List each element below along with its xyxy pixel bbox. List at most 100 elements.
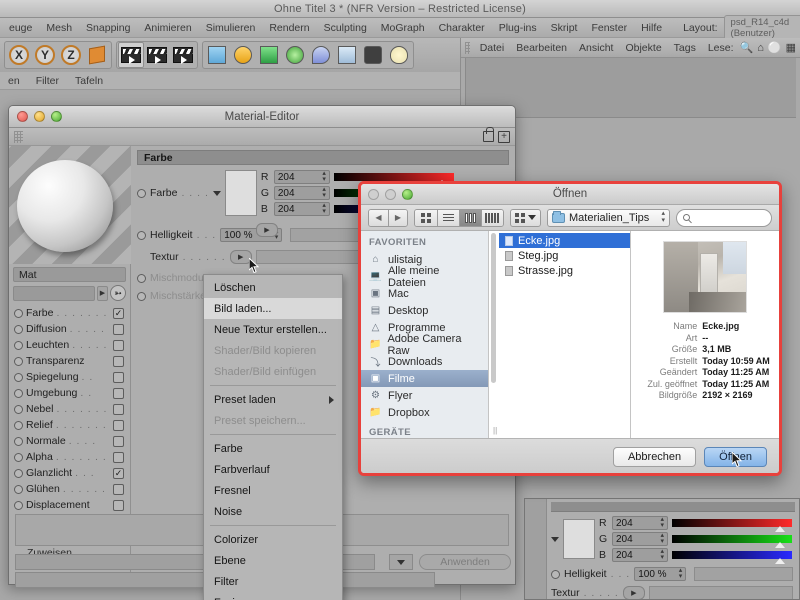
channel-checkbox[interactable]	[113, 403, 124, 415]
lock-icon[interactable]	[483, 127, 494, 142]
path-dropdown[interactable]: Materialien_Tips ▴ ▾	[547, 208, 670, 227]
material-link-field[interactable]	[13, 285, 95, 301]
deformer-button[interactable]	[282, 42, 308, 68]
stepper-icon[interactable]: ▴▾	[322, 186, 326, 200]
circle-icon[interactable]: ⚪	[768, 41, 782, 54]
primitives-toolgroup[interactable]	[202, 41, 414, 69]
slider-knob[interactable]	[775, 558, 786, 564]
dialog-zoom-button[interactable]	[402, 188, 413, 200]
channel-row-nebel[interactable]: Nebel . . . . . . .	[9, 401, 130, 417]
secondary-g-input[interactable]: 204 ▴ ▾	[612, 532, 668, 546]
ctx-item-neue-textur[interactable]: Neue Textur erstellen...	[204, 319, 342, 340]
channel-radio-icon[interactable]	[14, 452, 23, 462]
arrange-button[interactable]	[510, 208, 541, 227]
om-icon-group[interactable]: 🔍 ⌂ ⚪ ▦	[740, 41, 800, 55]
om-menu-objekte[interactable]: Objekte	[619, 42, 667, 54]
render-toolgroup[interactable]	[116, 41, 198, 69]
close-button[interactable]	[17, 111, 28, 122]
menu-item-1[interactable]: Mesh	[39, 22, 79, 34]
axis-x-button[interactable]: X	[6, 42, 32, 68]
material-editor-toolbar[interactable]: +	[9, 127, 515, 146]
menu-item-4[interactable]: Simulieren	[199, 22, 263, 34]
search-input[interactable]	[676, 208, 772, 227]
secondary-r-input[interactable]: 204 ▴ ▾	[612, 516, 668, 530]
secondary-r-slider[interactable]	[672, 519, 792, 532]
stepper-icon[interactable]: ▴▾	[322, 202, 326, 216]
menu-item-11[interactable]: Fenster	[584, 22, 634, 34]
dialog-titlebar[interactable]: Öffnen	[361, 184, 779, 205]
dialog-minimize-button[interactable]	[385, 188, 396, 200]
texture-menu-button[interactable]: ▶	[229, 250, 252, 264]
color-swatch[interactable]	[224, 170, 257, 216]
render-settings-button[interactable]	[170, 42, 196, 68]
om-menu-lese[interactable]: Lese:	[702, 42, 740, 54]
channel-radio-icon[interactable]	[14, 468, 23, 478]
secondary-brightness-bar[interactable]	[694, 567, 793, 581]
ctx-item-bild-laden[interactable]: Bild laden...	[204, 298, 342, 319]
floor-button[interactable]	[334, 42, 360, 68]
ctx-item-loeschen[interactable]: Löschen	[204, 277, 342, 298]
channel-radio-icon[interactable]	[14, 372, 23, 382]
drag-grip-icon[interactable]	[14, 130, 23, 143]
channel-checkbox[interactable]: ✓	[113, 307, 124, 319]
subtool-item-1[interactable]: Filter	[28, 75, 67, 87]
channel-checkbox[interactable]	[113, 419, 124, 431]
channel-checkbox[interactable]	[113, 339, 124, 351]
b-input[interactable]: 204 ▴ ▾	[273, 202, 330, 216]
camera-button[interactable]	[360, 42, 386, 68]
menu-item-5[interactable]: Rendern	[262, 22, 316, 34]
file-list-column[interactable]: Ecke.jpg Steg.jpg Strasse.jpg ||	[489, 231, 631, 438]
coverflow-view-button[interactable]	[481, 209, 503, 226]
zoom-button[interactable]	[51, 111, 62, 122]
render-region-button[interactable]	[144, 42, 170, 68]
channel-row-normale[interactable]: Normale . . . .	[9, 433, 130, 449]
material-link-menu-button[interactable]: ▶	[97, 285, 108, 301]
om-menu-datei[interactable]: Datei	[474, 42, 511, 54]
channel-checkbox[interactable]	[113, 387, 124, 399]
footer-dropdown[interactable]	[389, 554, 413, 570]
material-editor-titlebar[interactable]: Material-Editor	[9, 106, 515, 128]
channel-row-displacement[interactable]: Displacement	[9, 497, 130, 513]
object-axis-button[interactable]	[84, 42, 110, 68]
channel-radio-icon[interactable]	[14, 404, 23, 414]
environment-button[interactable]	[308, 42, 334, 68]
home-icon[interactable]: ⌂	[757, 42, 764, 54]
stepper-icon[interactable]: ▴▾	[679, 567, 683, 581]
menu-item-12[interactable]: Hilfe	[634, 22, 669, 34]
channel-checkbox[interactable]: ✓	[113, 467, 124, 479]
channel-checkbox[interactable]	[113, 435, 124, 447]
stepper-icon[interactable]: ▴▾	[661, 210, 665, 224]
channel-radio-icon[interactable]	[14, 356, 23, 366]
app-subtoolbar[interactable]: en Filter Tafeln	[0, 72, 460, 90]
apply-button[interactable]: Anwenden	[419, 554, 511, 570]
cancel-button[interactable]: Abbrechen	[612, 447, 697, 467]
app-menubar[interactable]: euge Mesh Snapping Animieren Simulieren …	[0, 14, 800, 41]
secondary-brightness-radio[interactable]	[551, 569, 560, 579]
forward-icon[interactable]: ▶	[388, 209, 407, 226]
stepper-icon[interactable]: ▴▾	[322, 170, 326, 184]
channel-checkbox[interactable]	[113, 371, 124, 383]
file-row-ecke[interactable]: Ecke.jpg	[499, 233, 630, 248]
spline-primitive-button[interactable]	[230, 42, 256, 68]
color-swatch[interactable]	[563, 519, 595, 559]
axis-toolgroup[interactable]: X Y Z	[4, 41, 112, 69]
secondary-texture-menu-button[interactable]: ▶	[622, 586, 645, 599]
channel-checkbox[interactable]	[113, 499, 124, 511]
stepper-icon[interactable]: ▴▾	[660, 548, 664, 562]
generator-button[interactable]	[256, 42, 282, 68]
stepper-icon[interactable]: ▴▾	[660, 532, 664, 546]
ctx-item-preset-laden[interactable]: Preset laden	[204, 389, 342, 410]
favorite-item-adobe-camera-raw[interactable]: 📁 Adobe Camera Raw	[361, 333, 488, 357]
file-row-strasse[interactable]: Strasse.jpg	[499, 263, 630, 278]
channel-checkbox[interactable]	[113, 355, 124, 367]
view-mode-buttons[interactable]	[414, 208, 504, 227]
color-mode-button[interactable]: ▶	[256, 223, 278, 237]
color-radio-icon[interactable]	[137, 188, 146, 198]
column-view-button[interactable]	[459, 209, 481, 226]
chevron-down-icon[interactable]	[551, 536, 559, 542]
channel-row-diffusion[interactable]: Diffusion . . . . .	[9, 321, 130, 337]
channel-radio-icon[interactable]	[14, 436, 23, 446]
g-input[interactable]: 204 ▴ ▾	[273, 186, 330, 200]
dialog-toolbar[interactable]: ◀ ▶ Materialien_Tips ▴ ▾	[361, 205, 779, 231]
channel-row-relief[interactable]: Relief . . . . . . .	[9, 417, 130, 433]
